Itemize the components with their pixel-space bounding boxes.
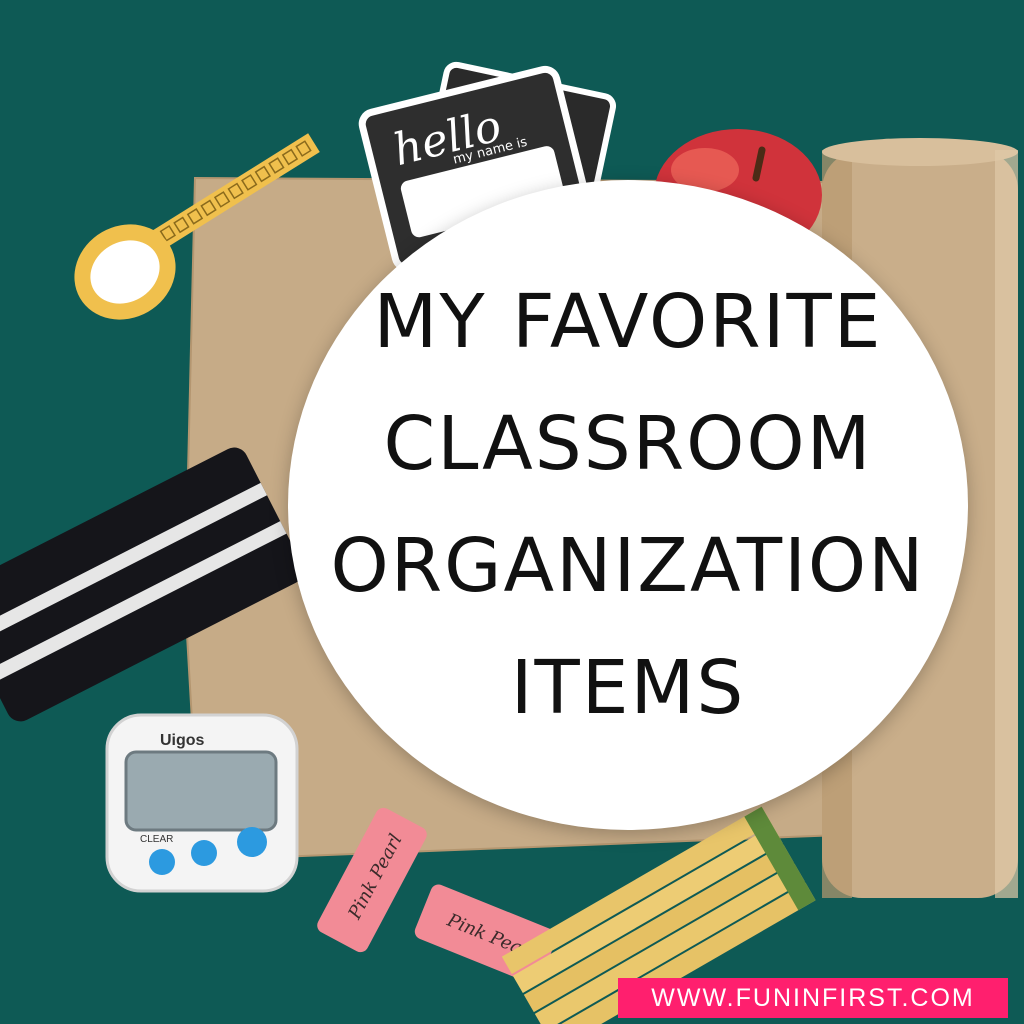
title-line-3: ORGANIZATION xyxy=(330,523,926,609)
timer-icon: Uigos CLEAR xyxy=(105,713,299,893)
timer-brand: Uigos xyxy=(160,732,205,749)
title-circle: MY FAVORITE CLASSROOM ORGANIZATION ITEMS xyxy=(288,180,968,830)
title-line-2: CLASSROOM xyxy=(383,401,873,487)
website-banner[interactable]: WWW.FUNINFIRST.COM xyxy=(618,978,1008,1018)
title-line-4: ITEMS xyxy=(510,645,746,731)
title-line-1: MY FAVORITE xyxy=(373,279,883,365)
website-url: WWW.FUNINFIRST.COM xyxy=(651,983,975,1012)
timer-clear-label: CLEAR xyxy=(140,834,173,845)
